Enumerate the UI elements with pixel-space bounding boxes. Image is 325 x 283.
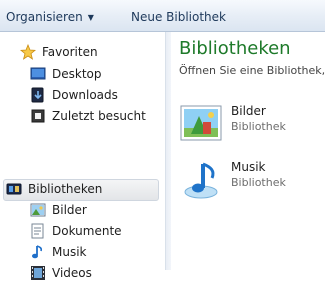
libraries-icon [6,183,22,195]
music-note-icon [32,245,43,259]
organize-label: Organisieren [6,10,83,24]
pictures-icon [30,203,46,217]
nav-libraries-label: Bibliotheken [28,182,103,196]
content-pane: Bibliotheken Öffnen Sie eine Bibliothek,… [171,32,325,270]
library-item-music[interactable]: Musik Bibliothek [179,158,325,202]
new-library-label: Neue Bibliothek [131,10,226,24]
navigation-pane: Favoriten Desktop Downloads Zuletzt besu… [0,32,165,280]
desktop-icon [30,67,46,80]
nav-item-label: Dokumente [52,224,122,238]
chevron-down-icon: ▼ [87,13,94,22]
page-title: Bibliotheken [179,38,291,59]
documents-icon [31,223,44,239]
nav-item-label: Desktop [52,67,102,81]
library-type: Bibliothek [231,120,286,133]
nav-favorites-label: Favoriten [42,45,98,59]
film-strip-icon [31,266,45,280]
downloads-folder-icon [31,87,44,103]
page-subtitle: Öffnen Sie eine Bibliothek, u [179,64,325,77]
new-library-button[interactable]: Neue Bibliothek [131,8,226,26]
nav-item-label: Zuletzt besucht [52,109,146,123]
pictures-library-icon [180,105,222,141]
nav-item-label: Videos [52,266,92,280]
library-name: Bilder [231,104,266,118]
star-icon [20,44,36,60]
library-item-pictures[interactable]: Bilder Bibliothek [179,102,325,146]
recent-places-icon [31,109,45,123]
command-bar: Organisieren ▼ Neue Bibliothek [0,0,325,32]
nav-item-label: Downloads [52,88,118,102]
nav-item-label: Bilder [52,203,87,217]
music-library-icon [184,162,218,199]
library-type: Bibliothek [231,176,286,189]
nav-item-label: Musik [52,245,87,259]
library-name: Musik [231,160,266,174]
organize-button[interactable]: Organisieren ▼ [6,8,94,26]
